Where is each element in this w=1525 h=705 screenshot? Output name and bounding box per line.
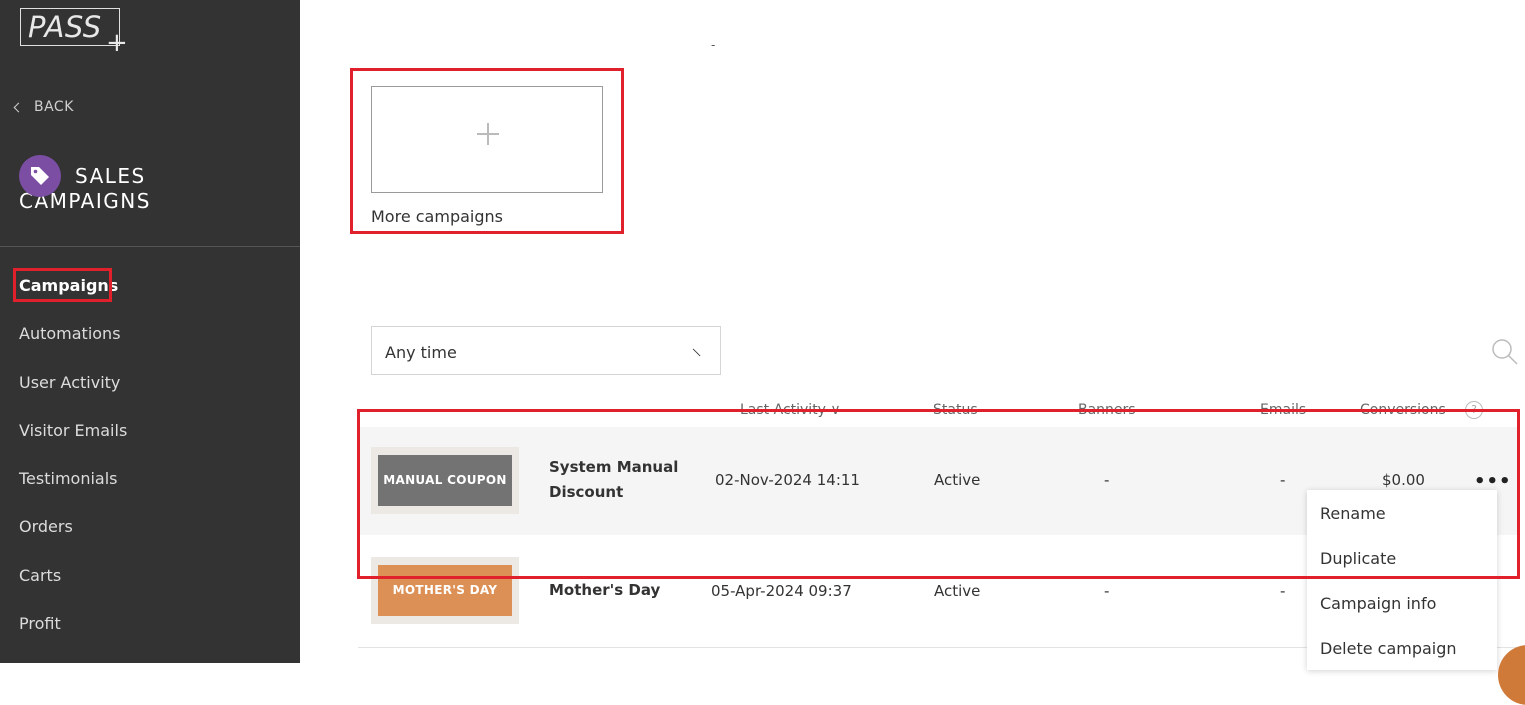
highlight-row: [357, 409, 1520, 579]
time-filter-select[interactable]: Any time |: [371, 326, 721, 375]
menu-item-delete-campaign[interactable]: Delete campaign: [1320, 639, 1457, 658]
campaign-name[interactable]: Mother's Day: [549, 578, 660, 603]
menu-item-campaign-info[interactable]: Campaign info: [1320, 594, 1436, 613]
highlight-more-campaigns: [350, 68, 624, 234]
pass-logo[interactable]: PASS +: [20, 8, 130, 58]
sidebar-item-testimonials[interactable]: Testimonials: [19, 469, 118, 488]
logo-plus: +: [106, 28, 128, 58]
sidebar-item-profit[interactable]: Profit: [19, 614, 61, 633]
tag-icon: [19, 155, 61, 197]
sidebar-item-automations[interactable]: Automations: [19, 324, 121, 343]
search-icon[interactable]: [1491, 338, 1519, 366]
emails: -: [1280, 582, 1286, 600]
sidebar-item-user-activity[interactable]: User Activity: [19, 373, 120, 392]
top-fragment: -: [711, 38, 716, 52]
sidebar-item-carts[interactable]: Carts: [19, 566, 61, 585]
sidebar-item-visitor-emails[interactable]: Visitor Emails: [19, 421, 127, 440]
status: Active: [934, 582, 981, 600]
chat-widget-button[interactable]: [1498, 645, 1525, 705]
sidebar: PASS + BACK SALES CAMPAIGNS Campaigns Au…: [0, 0, 300, 663]
back-button[interactable]: BACK: [12, 99, 74, 115]
chevron-left-icon: [13, 102, 24, 112]
sidebar-item-orders[interactable]: Orders: [19, 517, 73, 536]
last-activity: 05-Apr-2024 09:37: [711, 582, 852, 600]
sidebar-divider: [0, 246, 300, 247]
banners: -: [1104, 582, 1110, 600]
highlight-campaigns: [13, 268, 112, 302]
logo-text: PASS: [28, 10, 102, 44]
time-filter-value: Any time: [385, 343, 457, 362]
back-label: BACK: [34, 99, 74, 115]
chevron-down-icon: |: [691, 347, 702, 358]
